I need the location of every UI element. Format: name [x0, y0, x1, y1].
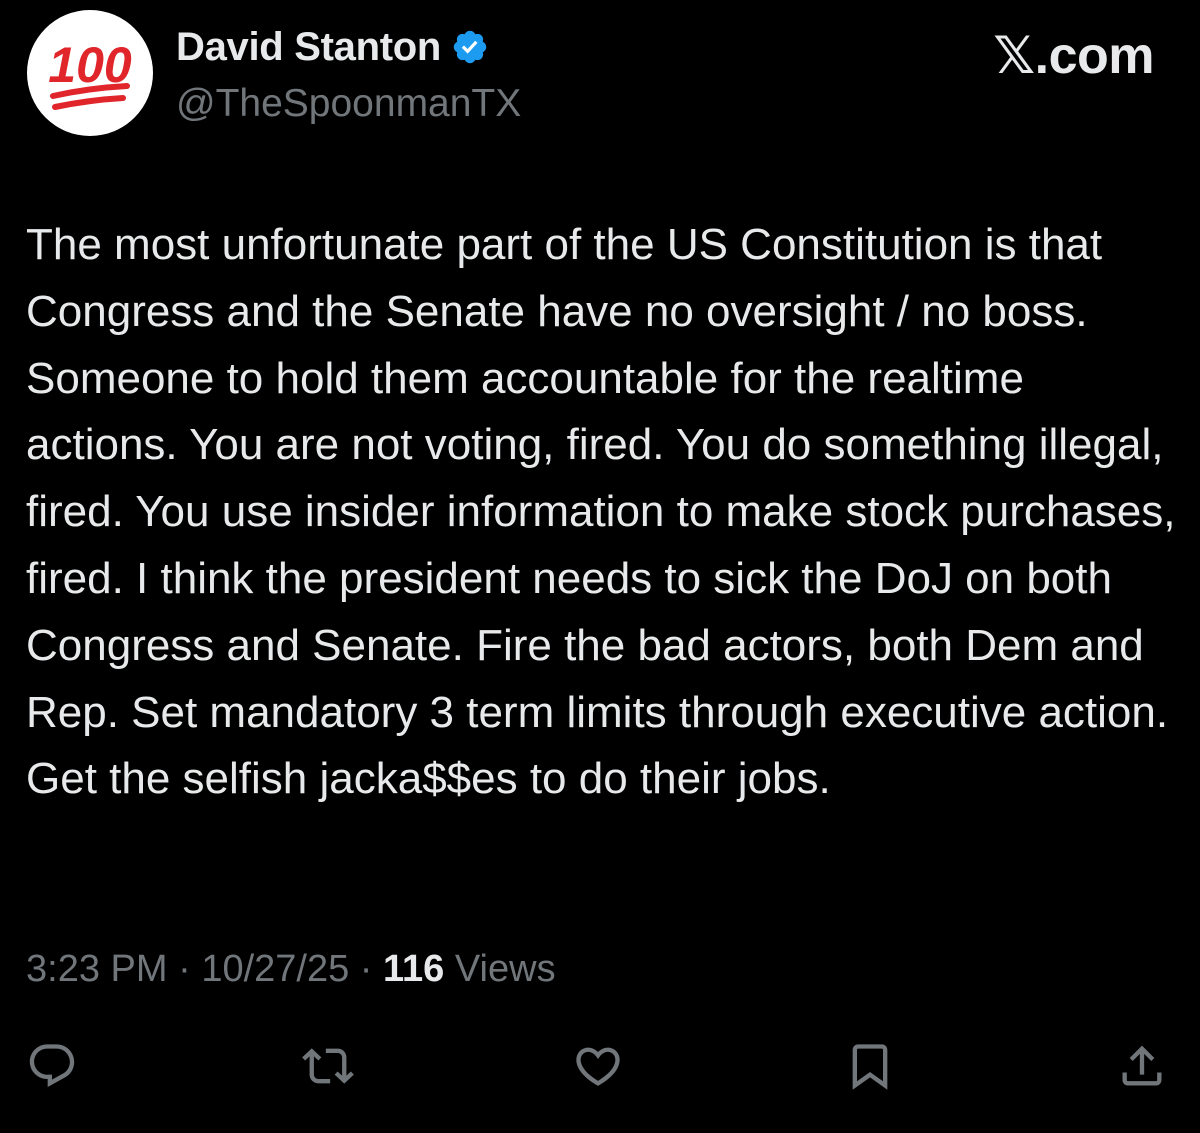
tweet-meta: 3:23 PM · 10/27/25 · 116 Views [26, 948, 556, 991]
bookmark-button[interactable] [840, 1036, 900, 1096]
action-bar [0, 1036, 1200, 1096]
tweet-text: The most unfortunate part of the US Cons… [26, 220, 1176, 804]
heart-icon [576, 1047, 620, 1086]
share-button[interactable] [1112, 1036, 1172, 1096]
tweet-date[interactable]: 10/27/25 [201, 948, 349, 990]
views-count[interactable]: 116 [383, 948, 444, 990]
hundred-points-emoji-icon: 100 [48, 37, 132, 110]
share-icon [1122, 1045, 1162, 1086]
retweet-button[interactable] [298, 1036, 358, 1096]
retweet-icon [302, 1048, 354, 1084]
brand-watermark: 𝕏.com [993, 26, 1154, 86]
meta-separator: · [167, 948, 202, 990]
name-row: David Stanton [176, 24, 521, 70]
brand-label: .com [1034, 27, 1155, 85]
reply-button[interactable] [22, 1036, 82, 1096]
verified-badge-icon [451, 28, 489, 66]
display-name[interactable]: David Stanton [176, 25, 441, 70]
x-logo-icon: 𝕏 [993, 26, 1035, 86]
handle[interactable]: @TheSpoonmanTX [176, 82, 521, 126]
tweet-card: 100 David Stanton @TheSpoonmanTX 𝕏.com T… [0, 0, 1200, 1133]
bookmark-icon [852, 1044, 888, 1090]
author-block: David Stanton @TheSpoonmanTX [176, 24, 521, 126]
meta-separator: · [349, 948, 384, 990]
avatar[interactable]: 100 [27, 10, 153, 136]
like-button[interactable] [568, 1036, 628, 1096]
tweet-time[interactable]: 3:23 PM [26, 948, 168, 990]
reply-icon [29, 1044, 75, 1088]
views-label: Views [444, 948, 556, 990]
